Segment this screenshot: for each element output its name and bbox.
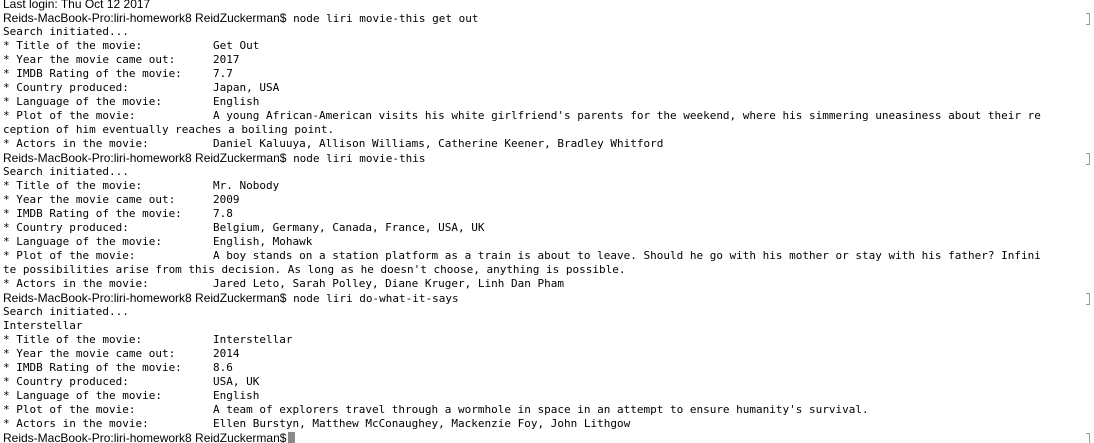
field-value: A young African-American visits his whit… xyxy=(213,109,1041,122)
field-value: 7.8 xyxy=(213,207,233,220)
status-line: Search initiated... xyxy=(3,25,129,38)
field-label: * Language of the movie: xyxy=(3,235,162,248)
field-label: * Year the movie came out: xyxy=(3,193,176,206)
field-value: Daniel Kaluuya, Allison Williams, Cather… xyxy=(213,137,664,150)
field-row: * Year the movie came out: 2014 xyxy=(3,347,1091,361)
field-row: * Country produced: Belgium, Germany, Can… xyxy=(3,221,1091,235)
field-label: * Year the movie came out: xyxy=(3,347,176,360)
shell-prompt: Reids-MacBook-Pro:liri-homework8 ReidZuc… xyxy=(3,431,287,443)
field-value: Jared Leto, Sarah Polley, Diane Kruger, … xyxy=(213,277,564,290)
text-cursor xyxy=(288,432,296,443)
active-prompt-line[interactable]: Reids-MacBook-Pro:liri-homework8 ReidZuc… xyxy=(3,431,1091,443)
command-text: node liri movie-this get out xyxy=(293,12,479,25)
field-value: English xyxy=(213,389,260,402)
field-row: * IMDB Rating of the movie: 7.8 xyxy=(3,207,1091,221)
field-row: * Country produced: USA, UK xyxy=(3,375,1091,389)
field-value: Get Out xyxy=(213,39,260,52)
field-value: Japan, USA xyxy=(213,81,280,94)
output-line: Interstellar xyxy=(3,319,83,332)
field-row: * Title of the movie: Get Out xyxy=(3,39,1091,53)
field-row: * Plot of the movie: A young African-Amer… xyxy=(3,109,1091,123)
field-label: * Plot of the movie: xyxy=(3,403,136,416)
prompt-line: Reids-MacBook-Pro:liri-homework8 ReidZuc… xyxy=(3,291,1091,305)
field-value: 2017 xyxy=(213,53,240,66)
field-row: * Plot of the movie: A boy stands on a st… xyxy=(3,249,1091,263)
field-label: * Plot of the movie: xyxy=(3,109,136,122)
field-label: * Plot of the movie: xyxy=(3,249,136,262)
field-value: English xyxy=(213,95,260,108)
field-row: * Actors in the movie: Ellen Burstyn, Mat… xyxy=(3,417,1091,431)
prompt-line: Reids-MacBook-Pro:liri-homework8 ReidZuc… xyxy=(3,151,1091,165)
field-row: * Country produced: Japan, USA xyxy=(3,81,1091,95)
prompt-mark-icon xyxy=(1086,153,1090,165)
field-row: * Actors in the movie: Daniel Kaluuya, Al… xyxy=(3,137,1091,151)
field-label: * Country produced: xyxy=(3,375,129,388)
field-wrap-line: ception of him eventually reaches a boil… xyxy=(3,123,335,136)
command-text: node liri movie-this xyxy=(293,152,426,165)
field-row: * Title of the movie: Mr. Nobody xyxy=(3,179,1091,193)
field-value: 2014 xyxy=(213,347,240,360)
shell-prompt: Reids-MacBook-Pro:liri-homework8 ReidZuc… xyxy=(3,11,287,25)
field-value: A team of explorers travel through a wor… xyxy=(213,403,869,416)
prompt-mark-icon xyxy=(1086,13,1090,25)
field-label: * Language of the movie: xyxy=(3,389,162,402)
field-row: * Title of the movie: Interstellar xyxy=(3,333,1091,347)
prompt-mark-icon xyxy=(1086,433,1090,443)
field-row: * Actors in the movie: Jared Leto, Sarah … xyxy=(3,277,1091,291)
field-row: * IMDB Rating of the movie: 8.6 xyxy=(3,361,1091,375)
status-line: Search initiated... xyxy=(3,305,129,318)
field-label: * Country produced: xyxy=(3,221,129,234)
prompt-line: Reids-MacBook-Pro:liri-homework8 ReidZuc… xyxy=(3,11,1091,25)
field-value: Mr. Nobody xyxy=(213,179,280,192)
partial-line: Last login: Thu Oct 12 2017 xyxy=(3,0,151,11)
field-label: * Actors in the movie: xyxy=(3,277,149,290)
field-label: * Title of the movie: xyxy=(3,39,143,52)
terminal-output: Last login: Thu Oct 12 2017 Reids-MacBoo… xyxy=(3,0,1091,443)
field-label: * Actors in the movie: xyxy=(3,417,149,430)
field-label: * IMDB Rating of the movie: xyxy=(3,207,182,220)
field-value: Interstellar xyxy=(213,333,293,346)
command-text: node liri do-what-it-says xyxy=(293,292,459,305)
field-value: USA, UK xyxy=(213,375,260,388)
field-row: * Language of the movie: English xyxy=(3,389,1091,403)
shell-prompt: Reids-MacBook-Pro:liri-homework8 ReidZuc… xyxy=(3,291,287,305)
field-label: * IMDB Rating of the movie: xyxy=(3,361,182,374)
field-wrap-line: te possibilities arise from this decisio… xyxy=(3,263,626,276)
shell-prompt: Reids-MacBook-Pro:liri-homework8 ReidZuc… xyxy=(3,151,287,165)
field-row: * Language of the movie: English, Mohawk xyxy=(3,235,1091,249)
field-label: * Title of the movie: xyxy=(3,333,143,346)
field-value: A boy stands on a station platform as a … xyxy=(213,249,1041,262)
field-value: English, Mohawk xyxy=(213,235,313,248)
status-line: Search initiated... xyxy=(3,165,129,178)
field-label: * Country produced: xyxy=(3,81,129,94)
field-value: 7.7 xyxy=(213,67,233,80)
field-label: * Title of the movie: xyxy=(3,179,143,192)
field-label: * Year the movie came out: xyxy=(3,53,176,66)
field-row: * Language of the movie: English xyxy=(3,95,1091,109)
field-row: * Plot of the movie: A team of explorers … xyxy=(3,403,1091,417)
field-row: * IMDB Rating of the movie: 7.7 xyxy=(3,67,1091,81)
field-label: * Language of the movie: xyxy=(3,95,162,108)
terminal-window[interactable]: Last login: Thu Oct 12 2017 Reids-MacBoo… xyxy=(0,0,1094,443)
field-value: Belgium, Germany, Canada, France, USA, U… xyxy=(213,221,485,234)
prompt-mark-icon xyxy=(1086,293,1090,305)
field-value: 2009 xyxy=(213,193,240,206)
field-row: * Year the movie came out: 2009 xyxy=(3,193,1091,207)
field-row: * Year the movie came out: 2017 xyxy=(3,53,1091,67)
field-label: * IMDB Rating of the movie: xyxy=(3,67,182,80)
field-label: * Actors in the movie: xyxy=(3,137,149,150)
field-value: 8.6 xyxy=(213,361,233,374)
field-value: Ellen Burstyn, Matthew McConaughey, Mack… xyxy=(213,417,631,430)
